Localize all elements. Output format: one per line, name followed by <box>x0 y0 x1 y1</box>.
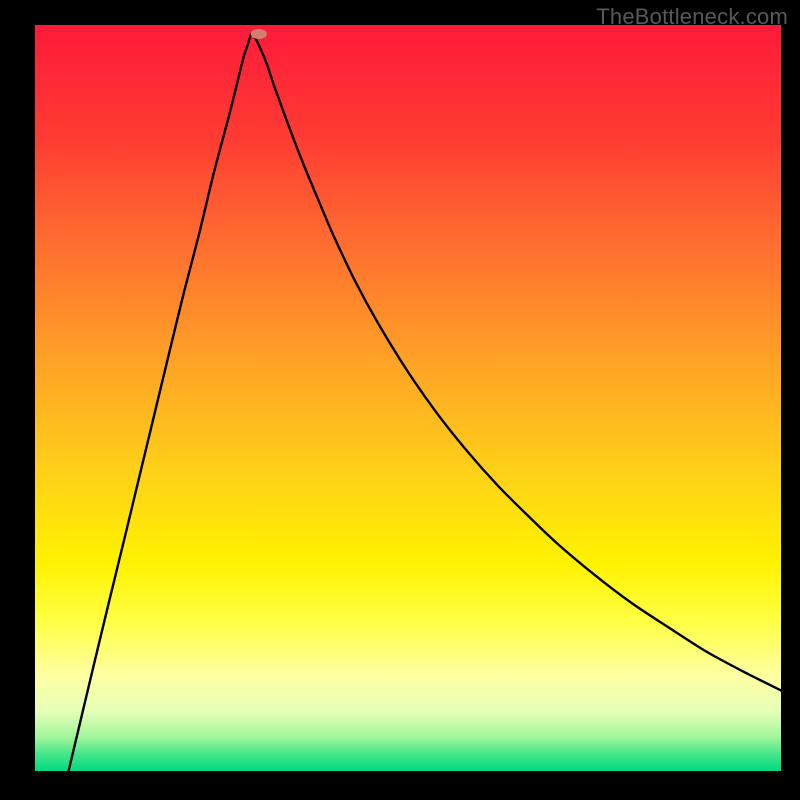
gradient-background <box>35 25 781 771</box>
chart-frame: TheBottleneck.com <box>0 0 800 800</box>
optimum-marker <box>251 29 267 39</box>
watermark-text: TheBottleneck.com <box>596 4 788 30</box>
chart-svg <box>35 25 781 771</box>
plot-area <box>35 25 781 771</box>
